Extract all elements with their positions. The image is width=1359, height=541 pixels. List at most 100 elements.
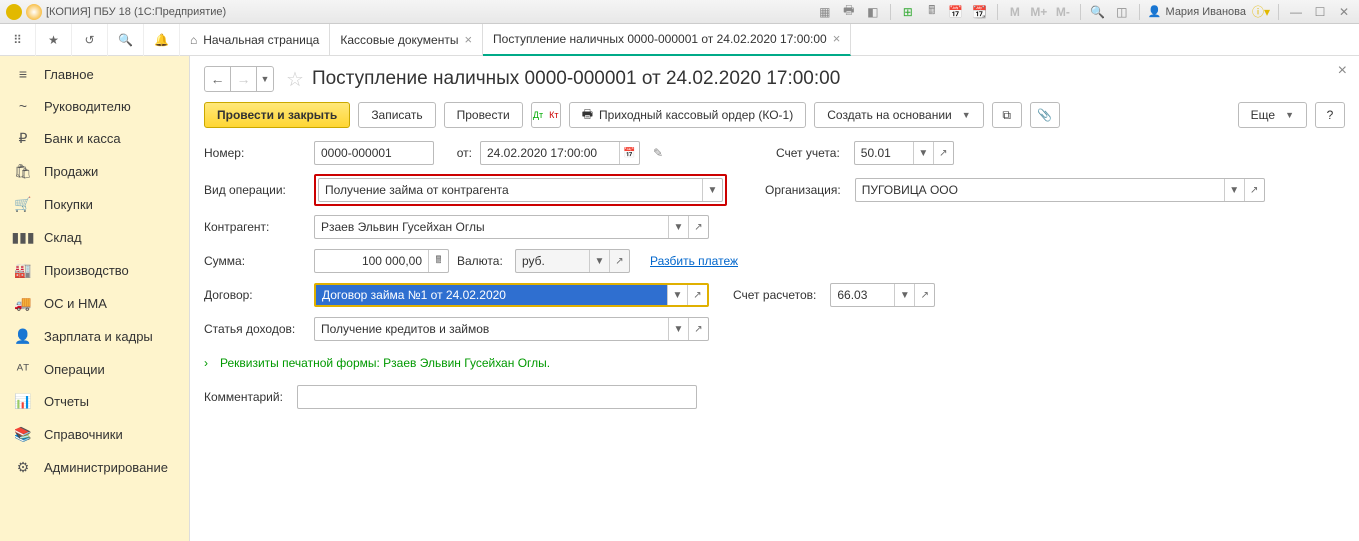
expand-chevron-icon[interactable]: › — [204, 356, 208, 370]
settle-input[interactable]: 66.03▼↗ — [830, 283, 935, 307]
chevron-down-icon[interactable]: ▼ — [667, 285, 687, 305]
operations-icon: ᴬᵀ — [14, 361, 32, 377]
sidebar-item-bank[interactable]: ₽Банк и касса — [0, 122, 189, 155]
sidebar-item-payroll[interactable]: 👤Зарплата и кадры — [0, 320, 189, 353]
tb-print-icon[interactable]: 🖶 — [840, 3, 858, 21]
nav-dropdown[interactable]: ▼ — [257, 67, 273, 91]
tb-m-btn[interactable]: M — [1006, 3, 1024, 21]
account-label: Счет учета: — [776, 146, 840, 160]
sidebar-item-production[interactable]: 🏭Производство — [0, 254, 189, 287]
tb-save-icon[interactable]: ▦ — [816, 3, 834, 21]
tab-home[interactable]: ⌂Начальная страница — [180, 24, 330, 56]
sidebar-item-operations[interactable]: ᴬᵀОперации — [0, 353, 189, 385]
purchases-icon: 🛒 — [14, 196, 32, 213]
sidebar-item-warehouse[interactable]: ▮▮▮Склад — [0, 221, 189, 254]
favorites-star-icon[interactable]: ★ — [36, 24, 72, 56]
chevron-down-icon[interactable]: ▼ — [589, 250, 609, 272]
org-label: Организация: — [765, 183, 841, 197]
window-minimize[interactable]: — — [1287, 3, 1305, 21]
tb-compare-icon[interactable]: ◧ — [864, 3, 882, 21]
calc-icon[interactable]: 🖩 — [428, 250, 448, 272]
favorite-star-icon[interactable]: ☆ — [286, 67, 304, 92]
tab-close-icon[interactable]: × — [833, 31, 841, 46]
currency-label: Валюта: — [457, 254, 507, 268]
menu-grid-icon[interactable]: ⠿ — [0, 24, 36, 56]
calendar-icon[interactable]: 📅 — [619, 142, 639, 164]
sidebar-item-manager[interactable]: ~Руководителю — [0, 90, 189, 122]
sidebar-item-directories[interactable]: 📚Справочники — [0, 418, 189, 451]
open-icon[interactable]: ↗ — [609, 250, 629, 272]
post-and-close-button[interactable]: Провести и закрыть — [204, 102, 350, 128]
sum-input[interactable]: 100 000,00🖩 — [314, 249, 449, 273]
sidebar-item-sales[interactable]: 🛍Продажи — [0, 155, 189, 188]
tb-calc-green-icon[interactable]: ⊞ — [899, 3, 917, 21]
search-icon[interactable]: 🔍 — [108, 24, 144, 56]
window-close[interactable]: ✕ — [1335, 3, 1353, 21]
settle-label: Счет расчетов: — [733, 288, 816, 302]
date-input[interactable]: 24.02.2020 17:00:00📅 — [480, 141, 640, 165]
currency-input[interactable]: руб.▼↗ — [515, 249, 630, 273]
post-button[interactable]: Провести — [444, 102, 523, 128]
chevron-down-icon[interactable]: ▼ — [1224, 179, 1244, 201]
comment-input[interactable] — [297, 385, 697, 409]
help-button[interactable]: ? — [1315, 102, 1345, 128]
open-icon[interactable]: ↗ — [688, 318, 708, 340]
open-icon[interactable]: ↗ — [914, 284, 934, 306]
split-payment-link[interactable]: Разбить платеж — [650, 254, 738, 268]
titlebar-tools: ▦ 🖶 ◧ ⊞ 🖩 📅 📆 M M+ M- 🔍 ◫ 👤Мария Иванова… — [816, 3, 1353, 21]
number-input[interactable]: 0000-000001 — [314, 141, 434, 165]
reports-icon: 📊 — [14, 393, 32, 410]
sidebar-item-assets[interactable]: 🚚ОС и НМА — [0, 287, 189, 320]
user-display[interactable]: 👤Мария Иванова — [1148, 5, 1246, 18]
create-based-button[interactable]: Создать на основании▼ — [814, 102, 983, 128]
attach-button[interactable]: 📎 — [1030, 102, 1060, 128]
open-icon[interactable]: ↗ — [688, 216, 708, 238]
tb-zoom-icon[interactable]: 🔍 — [1089, 3, 1107, 21]
history-icon[interactable]: ↺ — [72, 24, 108, 56]
income-input[interactable]: Получение кредитов и займов▼↗ — [314, 317, 709, 341]
chevron-down-icon[interactable]: ▼ — [702, 179, 722, 201]
chevron-down-icon[interactable]: ▼ — [894, 284, 914, 306]
chevron-down-icon[interactable]: ▼ — [668, 318, 688, 340]
sidebar-item-admin[interactable]: ⚙Администрирование — [0, 451, 189, 484]
tab-close-icon[interactable]: × — [464, 32, 472, 47]
structure-button[interactable]: ⧉ — [992, 102, 1022, 128]
org-input[interactable]: ПУГОВИЦА ООО▼↗ — [855, 178, 1265, 202]
tb-windows-icon[interactable]: ◫ — [1113, 3, 1131, 21]
window-maximize[interactable]: ☐ — [1311, 3, 1329, 21]
requisites-link[interactable]: Реквизиты печатной формы: Рзаев Эльвин Г… — [220, 356, 550, 370]
chevron-down-icon[interactable]: ▼ — [913, 142, 933, 164]
sidebar-item-reports[interactable]: 📊Отчеты — [0, 385, 189, 418]
operation-label: Вид операции: — [204, 183, 306, 197]
nav-forward[interactable]: → — [231, 67, 257, 91]
notifications-icon[interactable]: 🔔 — [144, 24, 180, 56]
content-close-icon[interactable]: × — [1338, 62, 1347, 80]
print-order-button[interactable]: 🖶Приходный кассовый ордер (КО-1) — [569, 102, 807, 128]
tab-receipt[interactable]: Поступление наличных 0000-000001 от 24.0… — [483, 24, 851, 56]
save-button[interactable]: Записать — [358, 102, 435, 128]
counterparty-input[interactable]: Рзаев Эльвин Гусейхан Оглы▼↗ — [314, 215, 709, 239]
tb-mplus-btn[interactable]: M+ — [1030, 3, 1048, 21]
tab-cash-docs[interactable]: Кассовые документы× — [330, 24, 483, 56]
open-icon[interactable]: ↗ — [687, 285, 707, 305]
print-icon: 🖶 — [582, 105, 593, 126]
tb-mminus-btn[interactable]: M- — [1054, 3, 1072, 21]
sidebar-item-purchases[interactable]: 🛒Покупки — [0, 188, 189, 221]
tb-calendar-icon[interactable]: 📅 — [947, 3, 965, 21]
app-icon-orange — [26, 4, 42, 20]
tb-info-icon[interactable]: ⓘ▾ — [1252, 3, 1270, 21]
posted-icon[interactable]: ✎ — [648, 146, 668, 160]
operation-input[interactable]: Получение займа от контрагента▼ — [318, 178, 723, 202]
tb-date-icon[interactable]: 📆 — [971, 3, 989, 21]
chevron-down-icon[interactable]: ▼ — [668, 216, 688, 238]
sidebar-item-main[interactable]: ≡Главное — [0, 58, 189, 90]
tb-calc-icon[interactable]: 🖩 — [923, 3, 941, 21]
open-icon[interactable]: ↗ — [933, 142, 953, 164]
account-input[interactable]: 50.01▼↗ — [854, 141, 954, 165]
contract-label: Договор: — [204, 288, 306, 302]
more-button[interactable]: Еще▼ — [1238, 102, 1307, 128]
contract-input[interactable]: Договор займа №1 от 24.02.2020▼↗ — [314, 283, 709, 307]
dt-kt-button[interactable]: ДтКт — [531, 102, 561, 128]
open-icon[interactable]: ↗ — [1244, 179, 1264, 201]
nav-back[interactable]: ← — [205, 67, 231, 91]
